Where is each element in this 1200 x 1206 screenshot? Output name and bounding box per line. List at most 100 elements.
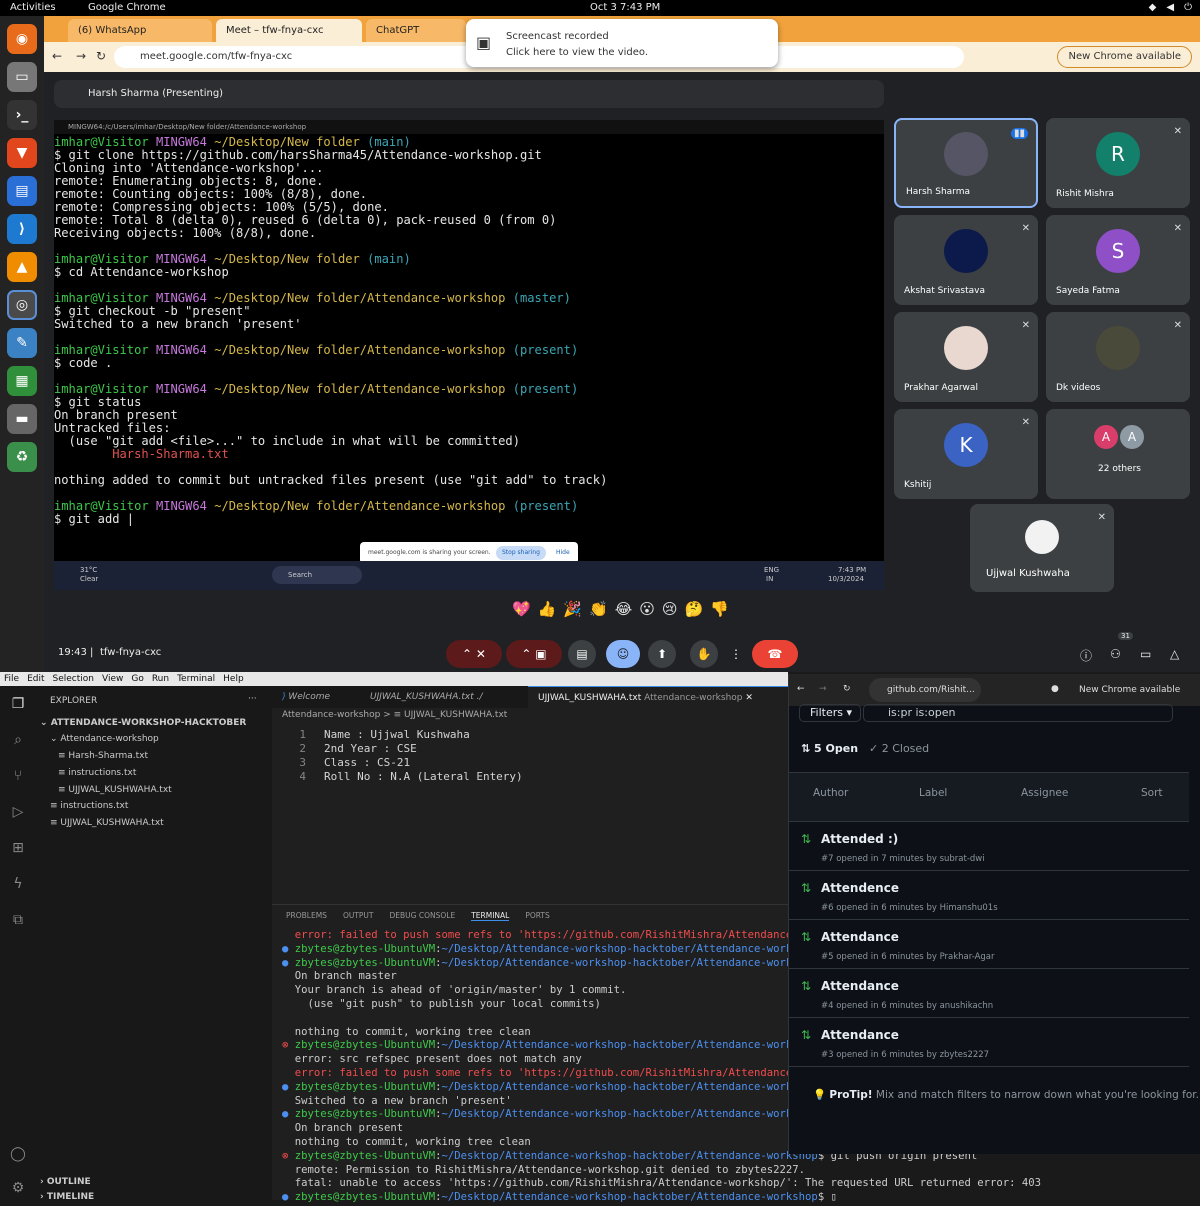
timeline-section[interactable]: › TIMELINE [40, 1189, 94, 1205]
menu-file[interactable]: File [4, 672, 19, 686]
file-item[interactable]: ≡ UJJWAL_KUSHWAHA.txt [58, 782, 172, 798]
back-icon[interactable]: ← [52, 49, 62, 63]
activities-button[interactable]: Activities [10, 0, 56, 16]
workspace-root[interactable]: ⌄ ATTENDANCE-WORKSHOP-HACKTOBER [40, 715, 246, 731]
screencast-toast[interactable]: ▣ Screencast recorded Click here to view… [466, 19, 778, 67]
menu-selection[interactable]: Selection [53, 672, 94, 686]
others-tile[interactable]: A A 22 others [1046, 409, 1190, 499]
pr-title[interactable]: Attendance [821, 979, 899, 993]
folder-item[interactable]: ⌄ Attendance-workshop [50, 731, 159, 747]
forward-icon[interactable]: → [76, 49, 86, 63]
stop-sharing-button[interactable]: Stop sharing [496, 546, 546, 560]
pr-title[interactable]: Attended :) [821, 832, 898, 846]
sort-filter[interactable]: Sort [1141, 787, 1163, 799]
more-options-button[interactable]: ⋮ [726, 640, 746, 668]
code-view[interactable]: 1 Name : Ujjwal Kushwaha 2 2nd Year : CSE … [272, 728, 788, 784]
text-editor-icon[interactable]: ✎ [7, 328, 37, 358]
leave-call-button[interactable]: ☎ [752, 640, 798, 668]
pr-row[interactable]: ⇅ Attendence #6 opened in 6 minutes by Him… [789, 871, 1189, 920]
menu-terminal[interactable]: Terminal [177, 672, 215, 686]
captions-button[interactable]: ▤ [568, 640, 596, 668]
focused-app-label[interactable]: Google Chrome [88, 0, 166, 16]
file-item[interactable]: ≡ Harsh-Sharma.txt [58, 748, 148, 764]
menu-help[interactable]: Help [223, 672, 244, 686]
writer-icon[interactable]: ▤ [7, 176, 37, 206]
lightning-icon[interactable]: ϟ [0, 866, 36, 902]
panel-tab-output[interactable]: OUTPUT [343, 911, 374, 921]
reload-icon[interactable]: ↻ [843, 684, 851, 694]
popup-address[interactable]: github.com/Rishit... [869, 678, 981, 702]
participant-tile[interactable]: S ✕ Sayeda Fatma [1046, 215, 1190, 305]
author-filter[interactable]: Author [813, 787, 848, 799]
open-filter[interactable]: ⇅ 5 Open [801, 742, 858, 755]
settings-gear-icon[interactable]: ⚙ [0, 1170, 36, 1206]
tab-file[interactable]: UJJWAL_KUSHWAHA.txt ./ [360, 686, 526, 708]
panel-tab-debug[interactable]: DEBUG CONSOLE [390, 911, 456, 921]
camera-button[interactable]: ⌃ ▣ [506, 640, 562, 668]
tab-meet[interactable]: Meet – tfw-fnya-cxc [216, 19, 362, 42]
breadcrumb[interactable]: Attendance-workshop > ≡ UJJWAL_KUSHWAHA.… [282, 710, 507, 720]
chat-icon[interactable]: ▭ [1140, 647, 1151, 661]
closed-filter[interactable]: ✓ 2 Closed [869, 742, 929, 755]
reaction-surprised[interactable]: 😮 [639, 600, 655, 622]
tab-whatsapp[interactable]: (6) WhatsApp [68, 19, 212, 42]
tab-chatgpt[interactable]: ChatGPT [366, 19, 466, 42]
vscode-icon[interactable]: ⟩ [7, 214, 37, 244]
participant-tile[interactable]: ✕ Akshat Srivastava [894, 215, 1038, 305]
source-control-icon[interactable]: ⑂ [0, 758, 36, 794]
explorer-icon[interactable]: ❐ [0, 686, 36, 722]
pr-title[interactable]: Attendance [821, 930, 899, 944]
menu-view[interactable]: View [102, 672, 123, 686]
reaction-thumbs-up[interactable]: 👍 [538, 600, 557, 622]
panel-tab-ports[interactable]: PORTS [525, 911, 549, 921]
system-tray[interactable]: ◆ ◀ ⏻ [1149, 0, 1192, 16]
tab-welcome[interactable]: ⟩ Welcome [272, 686, 358, 708]
pr-title[interactable]: Attendance [821, 1028, 899, 1042]
panel-tab-problems[interactable]: PROBLEMS [286, 911, 327, 921]
participant-tile[interactable]: ▮▮ Harsh Sharma [894, 118, 1038, 208]
run-debug-icon[interactable]: ▷ [0, 794, 36, 830]
account-icon[interactable]: ● [1051, 684, 1059, 694]
emoji-button[interactable]: ☺ [606, 640, 640, 668]
panel-tab-terminal[interactable]: TERMINAL [471, 911, 510, 921]
assignee-filter[interactable]: Assignee [1021, 787, 1068, 799]
extensions-icon[interactable]: ⊞ [0, 830, 36, 866]
reaction-party[interactable]: 🎉 [563, 600, 582, 622]
remote-explorer-icon[interactable]: ⧉ [0, 902, 36, 938]
participant-tile[interactable]: ✕ Prakhar Agarwal [894, 312, 1038, 402]
filters-button[interactable]: Filters ▾ [799, 704, 861, 722]
reload-icon[interactable]: ↻ [96, 49, 106, 63]
participant-tile[interactable]: ✕ Dk videos [1046, 312, 1190, 402]
reaction-heart[interactable]: 💖 [512, 600, 531, 622]
pr-row[interactable]: ⇅ Attendance #5 opened in 6 minutes by Pra… [789, 920, 1189, 969]
chrome-icon[interactable]: ◎ [7, 290, 37, 320]
reaction-sad[interactable]: 😢 [662, 600, 678, 622]
pr-title[interactable]: Attendence [821, 881, 899, 895]
activities-icon[interactable]: △ [1170, 647, 1179, 661]
label-filter[interactable]: Label [919, 787, 947, 799]
brave-icon[interactable]: ▼ [7, 138, 37, 168]
menu-edit[interactable]: Edit [27, 672, 44, 686]
close-icon[interactable]: ✕ [745, 693, 753, 703]
reaction-thumbs-down[interactable]: 👎 [710, 600, 729, 622]
pr-row[interactable]: ⇅ Attendance #3 opened in 6 minutes by zby… [789, 1018, 1189, 1067]
terminal-icon[interactable]: ›_ [7, 100, 37, 130]
reaction-laugh[interactable]: 😂 [615, 600, 633, 622]
trash-icon[interactable]: ♻ [7, 442, 37, 472]
calc-icon[interactable]: ▦ [7, 366, 37, 396]
people-icon[interactable]: ⚇ [1110, 647, 1121, 661]
info-icon[interactable]: ⓘ [1080, 647, 1092, 664]
mic-button[interactable]: ⌃ ✕ [446, 640, 502, 668]
tab-active-file[interactable]: UJJWAL_KUSHWAHA.txt Attendance-workshop … [528, 686, 788, 708]
forward-icon[interactable]: → [819, 684, 827, 694]
filter-search-input[interactable]: is:pr is:open [863, 704, 1173, 722]
participant-tile[interactable]: K ✕ Kshitij [894, 409, 1038, 499]
new-chrome-button[interactable]: New Chrome available [1057, 46, 1192, 68]
file-item[interactable]: ≡ instructions.txt [58, 765, 136, 781]
reaction-thinking[interactable]: 🤔 [685, 600, 704, 622]
explorer-more-icon[interactable]: ··· [248, 694, 257, 704]
account-icon[interactable]: ◯ [0, 1136, 36, 1172]
search-icon[interactable]: ⌕ [0, 722, 36, 758]
pr-row[interactable]: ⇅ Attendance #4 opened in 6 minutes by anu… [789, 969, 1189, 1018]
new-chrome-button[interactable]: New Chrome available [1071, 678, 1188, 702]
